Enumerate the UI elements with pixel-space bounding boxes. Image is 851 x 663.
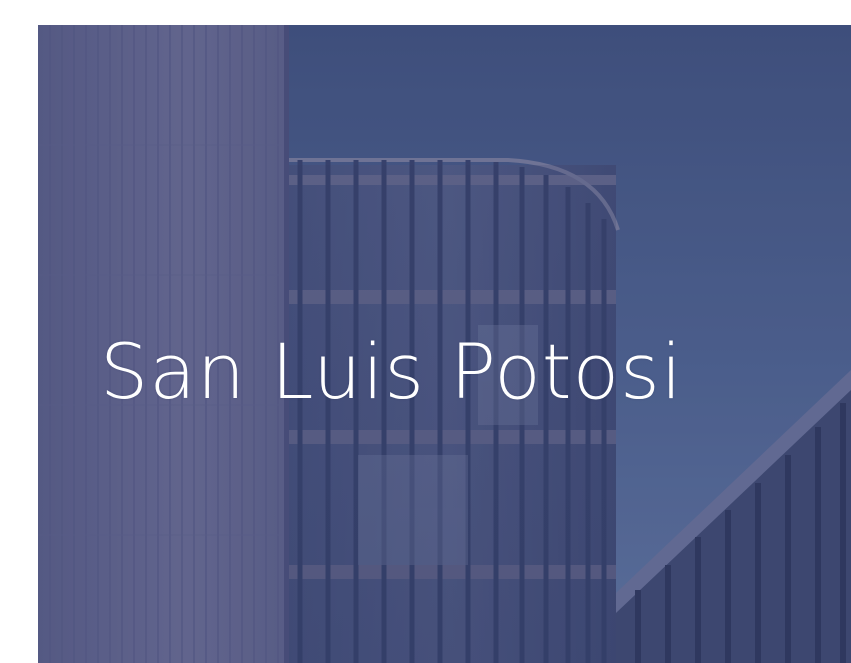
page: San Luis Potosi xyxy=(0,0,851,663)
hero-title: San Luis Potosi xyxy=(100,327,683,416)
hero-banner: San Luis Potosi xyxy=(38,25,851,663)
